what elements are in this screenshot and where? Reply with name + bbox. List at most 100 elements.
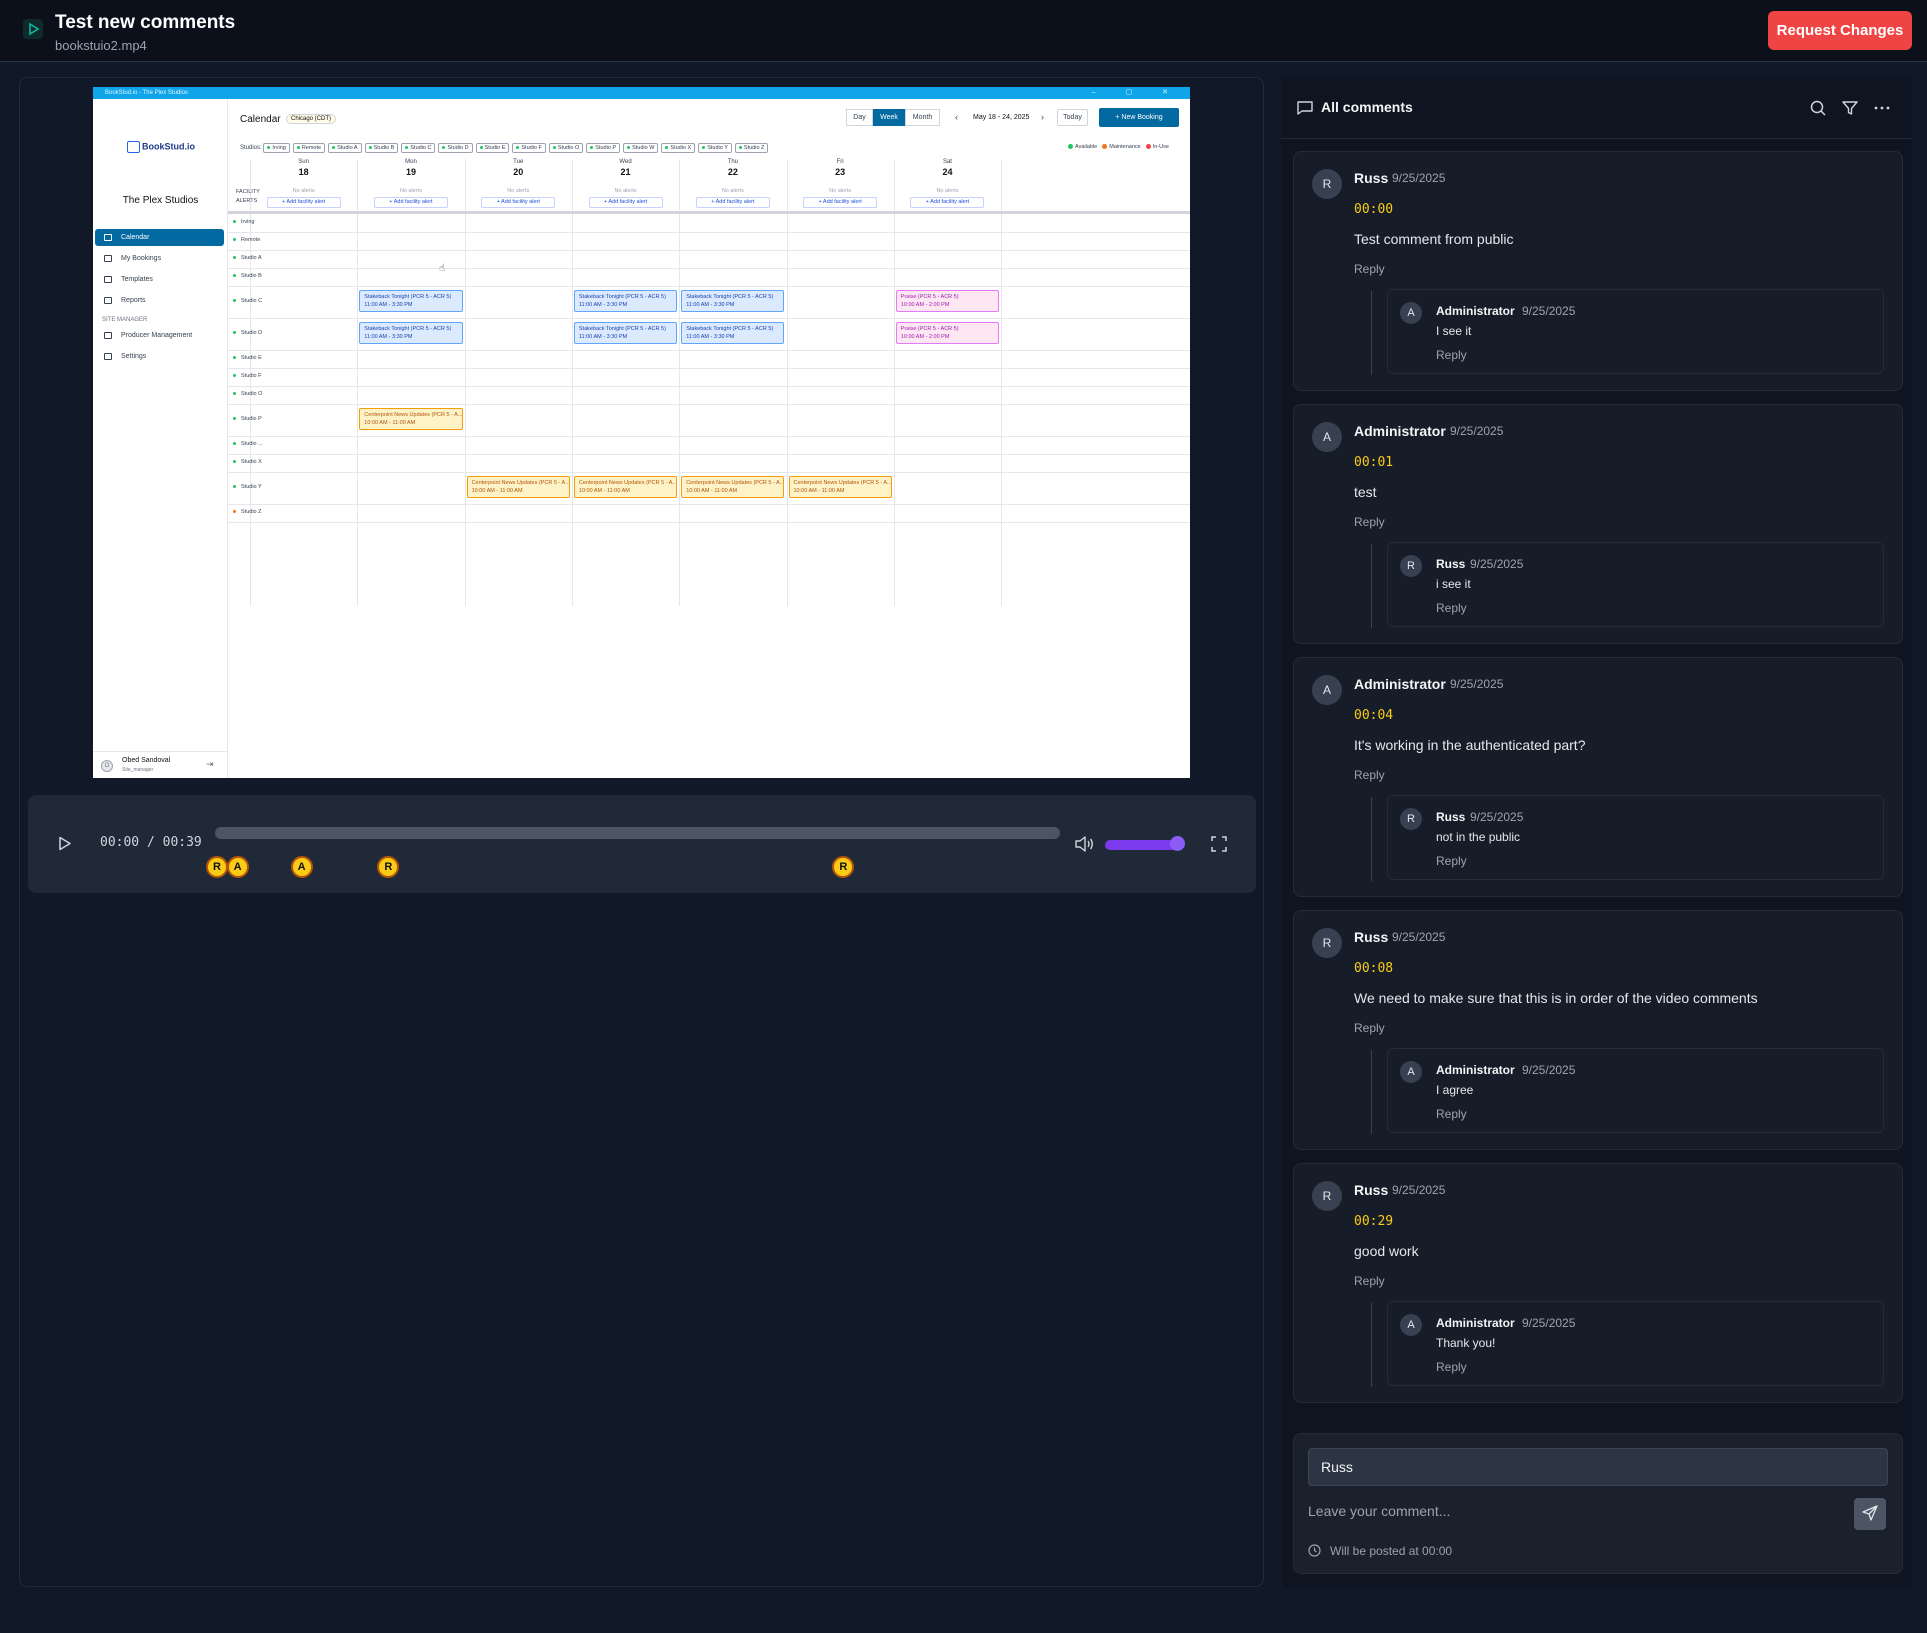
status-dot: [233, 356, 236, 360]
reply-link[interactable]: Reply: [1354, 768, 1385, 782]
status-dot: [233, 274, 236, 278]
comment-text: test: [1354, 484, 1377, 500]
grid-row-line: [228, 522, 1190, 523]
studio-row-label: Studio Y: [233, 484, 262, 490]
event-title: Centerpoint News Updates (PCR 5 - A...: [578, 480, 678, 486]
studio-chip: Irving: [263, 143, 290, 153]
send-button[interactable]: [1854, 1498, 1886, 1530]
comment-text: It's working in the authenticated part?: [1354, 737, 1586, 753]
event-time: 11:00 AM - 3:30 PM: [364, 302, 413, 308]
status-dot: [233, 460, 236, 464]
comment-marker[interactable]: A: [226, 856, 249, 878]
event-title: Centerpoint News Updates (PCR 5 - A...: [686, 480, 785, 486]
nav-settings: Settings: [95, 348, 224, 365]
nav-producer-management: Producer Management: [95, 327, 224, 344]
progress-bar[interactable]: [215, 827, 1060, 839]
grid-row-line: [228, 250, 1190, 251]
comment-input[interactable]: [1308, 1496, 1848, 1526]
comment-timestamp[interactable]: 00:04: [1354, 708, 1393, 723]
alerts-label: ALERTS: [236, 198, 258, 204]
event-time: 11:00 AM - 3:30 PM: [686, 302, 735, 308]
comment-marker[interactable]: R: [377, 856, 400, 878]
add-alert-button: + Add facility alert: [588, 197, 663, 208]
event-title: Stakeback Tonight (PCR 5 - ACR 5): [578, 326, 666, 332]
comment-icon: [1297, 101, 1313, 115]
comment-timestamp[interactable]: 00:29: [1354, 1214, 1393, 1229]
studio-chip: Studio B: [364, 143, 399, 153]
studio-row-label: Studio A: [233, 255, 262, 261]
add-alert-button: + Add facility alert: [803, 197, 878, 208]
grid-row-line: [228, 232, 1190, 233]
comment-marker[interactable]: R: [206, 856, 228, 878]
legend-label: Maintenance: [1109, 144, 1141, 150]
event-title: Centerpoint News Updates (PCR 5 - A...: [793, 480, 892, 486]
nav-label: Producer Management: [121, 332, 193, 339]
no-alerts-text: No alerts: [829, 188, 852, 194]
volume-thumb[interactable]: [1170, 836, 1185, 851]
studio-row-label: Irving: [233, 219, 254, 225]
event-time: 11:00 AM - 3:30 PM: [364, 334, 413, 340]
reply-link[interactable]: Reply: [1436, 854, 1467, 868]
reply-link[interactable]: Reply: [1354, 1274, 1385, 1288]
view-month: Month: [905, 109, 940, 126]
studio-chip: Remote: [292, 143, 326, 153]
studio-row-label: Remote: [233, 237, 260, 243]
nav-label: Calendar: [121, 234, 150, 241]
studio-row-label: Studio D: [233, 330, 262, 336]
day-date: 24: [942, 167, 953, 177]
comment-timestamp[interactable]: 00:08: [1354, 961, 1393, 976]
avatar: R: [1400, 555, 1422, 577]
avatar: A: [1312, 675, 1342, 705]
reply-link[interactable]: Reply: [1436, 601, 1467, 615]
window-controls: – ▢ ✕: [1091, 89, 1182, 96]
studio-row-label: Studio E: [233, 355, 262, 361]
nav-label: Reports: [121, 297, 146, 304]
reply-link[interactable]: Reply: [1354, 1021, 1385, 1035]
status-dot: [590, 146, 594, 150]
reply-link[interactable]: Reply: [1354, 262, 1385, 276]
grid-column-line: [1001, 159, 1003, 606]
event-title: Centerpoint News Updates (PCR 5 - A...: [471, 480, 570, 486]
play-icon[interactable]: [57, 836, 72, 851]
reply-link[interactable]: Reply: [1354, 515, 1385, 529]
nav-label: My Bookings: [121, 255, 162, 262]
request-changes-button[interactable]: Request Changes: [1768, 11, 1912, 50]
filter-icon[interactable]: [1841, 99, 1859, 117]
grid-row-line: [228, 268, 1190, 269]
reply-card: R Russ 9/25/2025 not in the public Reply: [1387, 795, 1884, 880]
event-title: Stakeback Tonight (PCR 5 - ACR 5): [686, 294, 774, 300]
search-icon[interactable]: [1809, 99, 1827, 117]
booking-event: Centerpoint News Updates (PCR 5 - A... 10…: [359, 408, 463, 430]
event-title: Stakeback Tonight (PCR 5 - ACR 5): [578, 294, 666, 300]
timezone-badge: Chicago (CDT): [286, 114, 337, 124]
thread-line: [1371, 1050, 1372, 1134]
reply-link[interactable]: Reply: [1436, 348, 1467, 362]
video-frame[interactable]: BookStud.io - The Plex Studios – ▢ ✕ Boo…: [93, 87, 1190, 778]
studio-filters: Studios: Irving Remote Studio A Studio B Stu…: [240, 143, 771, 153]
comment-marker[interactable]: R: [832, 856, 855, 878]
add-alert-button: + Add facility alert: [695, 197, 770, 208]
grid-row-line: [228, 318, 1190, 319]
nav-templates: Templates: [95, 271, 224, 288]
calendar-grid: Sun 18 Mon 19 Tue 20 Wed 21 Thu 22 Fri 23 Sat 24 FACIL…: [228, 159, 1190, 606]
reply-link[interactable]: Reply: [1436, 1360, 1467, 1374]
day-date: 18: [298, 167, 309, 177]
booking-event: Praise (PCR 5 - ACR 5) 10:00 AM - 2:00 PM: [895, 290, 1000, 312]
more-icon[interactable]: [1873, 99, 1891, 117]
comment-timestamp[interactable]: 00:01: [1354, 455, 1393, 470]
fullscreen-icon[interactable]: [1211, 836, 1227, 852]
users-icon: [104, 332, 112, 339]
status-dot: [627, 146, 631, 150]
comment-timestamp[interactable]: 00:00: [1354, 202, 1393, 217]
status-dot: [233, 331, 236, 335]
name-field[interactable]: [1308, 1448, 1888, 1486]
status-dot: [233, 374, 236, 378]
reply-link[interactable]: Reply: [1436, 1107, 1467, 1121]
comment-marker[interactable]: A: [290, 856, 313, 878]
comment-card: R Russ 9/25/2025 00:08 We need to make sure …: [1293, 910, 1903, 1150]
view-day: Day: [846, 109, 873, 126]
grid-column-line: [357, 159, 359, 606]
reply-date: 9/25/2025: [1522, 1063, 1576, 1077]
volume-icon[interactable]: [1074, 835, 1094, 853]
event-time: 10:00 AM - 11:00 AM: [686, 488, 738, 494]
